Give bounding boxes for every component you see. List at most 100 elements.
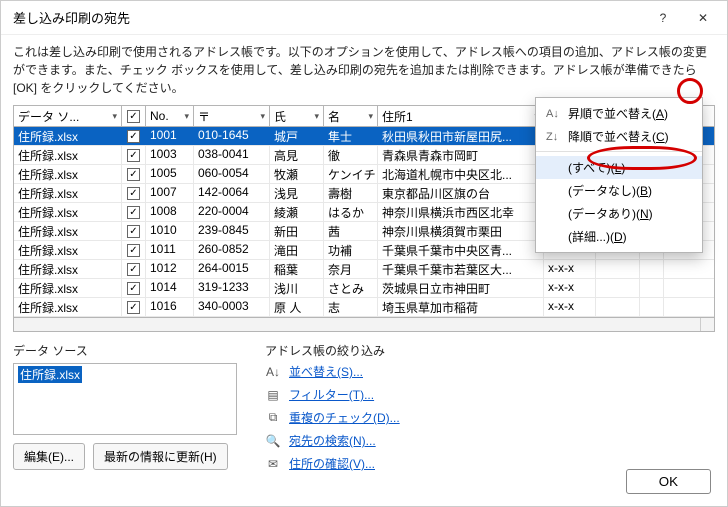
cell-source: 住所録.xlsx (14, 241, 122, 259)
sort-link[interactable]: 並べ替え(S)... (289, 363, 363, 380)
validate-address-link[interactable]: 住所の確認(V)... (289, 455, 375, 472)
cell-source: 住所録.xlsx (14, 165, 122, 183)
filter-blanks-item[interactable]: (データなし)(B) (536, 179, 702, 202)
filter-all-item[interactable]: (すべて)(L) (536, 156, 702, 179)
cell-lastname: 城戸 (270, 127, 324, 145)
row-checkbox[interactable]: ✓ (127, 282, 140, 295)
col-lastname[interactable]: 氏▾ (270, 106, 324, 126)
col-checkbox[interactable]: ✓ (122, 106, 146, 126)
filter-link[interactable]: フィルター(T)... (289, 386, 374, 403)
cell-answer (596, 298, 640, 316)
cell-lastname: 高見 (270, 146, 324, 164)
cell-checkbox[interactable]: ✓ (122, 298, 146, 316)
table-row[interactable]: 住所録.xlsx✓1014319-1233浅川さとみ茨城県日立市神田町x-x-x (14, 279, 714, 298)
cell-firstname: はるか (324, 203, 378, 221)
grid-scrollbar[interactable] (14, 317, 714, 331)
ok-button[interactable]: OK (626, 469, 711, 494)
cell-firstname: 奈月 (324, 260, 378, 278)
cell-firstname: 隼士 (324, 127, 378, 145)
filter-nonblanks-item[interactable]: (データあり)(N) (536, 202, 702, 225)
cell-address1: 千葉県千葉市若葉区大... (378, 260, 544, 278)
row-checkbox[interactable]: ✓ (127, 168, 140, 181)
row-checkbox[interactable]: ✓ (127, 263, 140, 276)
cell-address1: 千葉県千葉市中央区青... (378, 241, 544, 259)
help-button[interactable]: ? (643, 3, 683, 33)
cell-checkbox[interactable]: ✓ (122, 184, 146, 202)
cell-checkbox[interactable]: ✓ (122, 203, 146, 221)
row-checkbox[interactable]: ✓ (127, 206, 140, 219)
cell-address2: x-x-x (544, 298, 596, 316)
cell-lastname: 綾瀬 (270, 203, 324, 221)
cell-zip: 010-1645 (194, 127, 270, 145)
col-source[interactable]: データ ソ...▾ (14, 106, 122, 126)
cell-zip: 060-0054 (194, 165, 270, 183)
row-checkbox[interactable]: ✓ (127, 187, 140, 200)
find-dup-link[interactable]: 重複のチェック(D)... (289, 409, 400, 426)
col-zip[interactable]: 〒▾ (194, 106, 270, 126)
cell-answer (596, 260, 640, 278)
col-address1[interactable]: 住所1▾ (378, 106, 544, 126)
refresh-button[interactable]: 最新の情報に更新(H) (93, 443, 228, 470)
cell-no: 1005 (146, 165, 194, 183)
cell-lastname: 原 人 (270, 298, 324, 316)
cell-lastname: 新田 (270, 222, 324, 240)
cell-address1: 神奈川県横須賀市栗田 (378, 222, 544, 240)
cell-source: 住所録.xlsx (14, 222, 122, 240)
cell-checkbox[interactable]: ✓ (122, 260, 146, 278)
cell-checkbox[interactable]: ✓ (122, 241, 146, 259)
row-checkbox[interactable]: ✓ (127, 130, 140, 143)
table-row[interactable]: 住所録.xlsx✓1016340-0003原 人志埼玉県草加市稲荷x-x-x (14, 298, 714, 317)
cell-firstname: 志 (324, 298, 378, 316)
cell-no: 1007 (146, 184, 194, 202)
row-checkbox[interactable]: ✓ (127, 149, 140, 162)
cell-source: 住所録.xlsx (14, 279, 122, 297)
cell-address1: 青森県青森市岡町 (378, 146, 544, 164)
duplicate-icon: ⧉ (265, 410, 281, 425)
chevron-down-icon: ▾ (112, 111, 117, 122)
cell-checkbox[interactable]: ✓ (122, 165, 146, 183)
cell-checkbox[interactable]: ✓ (122, 146, 146, 164)
cell-firstname: 壽樹 (324, 184, 378, 202)
data-source-list[interactable]: 住所録.xlsx (13, 363, 237, 435)
col-firstname[interactable]: 名▾ (324, 106, 378, 126)
header-checkbox[interactable]: ✓ (127, 110, 140, 123)
cell-address1: 神奈川県横浜市西区北幸 (378, 203, 544, 221)
cell-source: 住所録.xlsx (14, 127, 122, 145)
close-button[interactable]: ✕ (683, 3, 723, 33)
filter-advanced-item[interactable]: (詳細...)(D) (536, 225, 702, 248)
chevron-down-icon: ▾ (368, 111, 373, 122)
cell-lastname: 稲葉 (270, 260, 324, 278)
col-no[interactable]: No.▾ (146, 106, 194, 126)
cell-source: 住所録.xlsx (14, 184, 122, 202)
cell-source: 住所録.xlsx (14, 146, 122, 164)
data-source-panel: データ ソース 住所録.xlsx 編集(E)... 最新の情報に更新(H) (13, 342, 237, 472)
cell-no: 1010 (146, 222, 194, 240)
cell-checkbox[interactable]: ✓ (122, 222, 146, 240)
cell-pad (640, 298, 664, 316)
refine-panel: アドレス帳の絞り込み A↓ 並べ替え(S)... ▤ フィルター(T)... ⧉ 重複… (265, 342, 400, 472)
refine-label: アドレス帳の絞り込み (265, 342, 400, 359)
cell-zip: 142-0064 (194, 184, 270, 202)
chevron-down-icon: ▾ (184, 111, 189, 122)
cell-checkbox[interactable]: ✓ (122, 279, 146, 297)
edit-button[interactable]: 編集(E)... (13, 443, 85, 470)
cell-zip: 220-0004 (194, 203, 270, 221)
find-recipient-link[interactable]: 宛先の検索(N)... (289, 432, 376, 449)
data-source-item[interactable]: 住所録.xlsx (18, 366, 82, 383)
cell-firstname: 功補 (324, 241, 378, 259)
sort-asc-item[interactable]: A↓昇順で並べ替え(A) (536, 102, 702, 125)
row-checkbox[interactable]: ✓ (127, 244, 140, 257)
sort-desc-item[interactable]: Z↓降順で並べ替え(C) (536, 125, 702, 152)
table-row[interactable]: 住所録.xlsx✓1012264-0015稲葉奈月千葉県千葉市若葉区大...x-… (14, 260, 714, 279)
titlebar: 差し込み印刷の宛先 ? ✕ (1, 1, 727, 35)
cell-zip: 340-0003 (194, 298, 270, 316)
sort-icon: A↓ (265, 365, 281, 379)
cell-lastname: 滝田 (270, 241, 324, 259)
cell-firstname: ケンイチ (324, 165, 378, 183)
cell-checkbox[interactable]: ✓ (122, 127, 146, 145)
cell-firstname: 茜 (324, 222, 378, 240)
filter-icon: ▤ (265, 388, 281, 402)
row-checkbox[interactable]: ✓ (127, 225, 140, 238)
column-filter-menu: A↓昇順で並べ替え(A) Z↓降順で並べ替え(C) (すべて)(L) (データな… (535, 97, 703, 253)
row-checkbox[interactable]: ✓ (127, 301, 140, 314)
